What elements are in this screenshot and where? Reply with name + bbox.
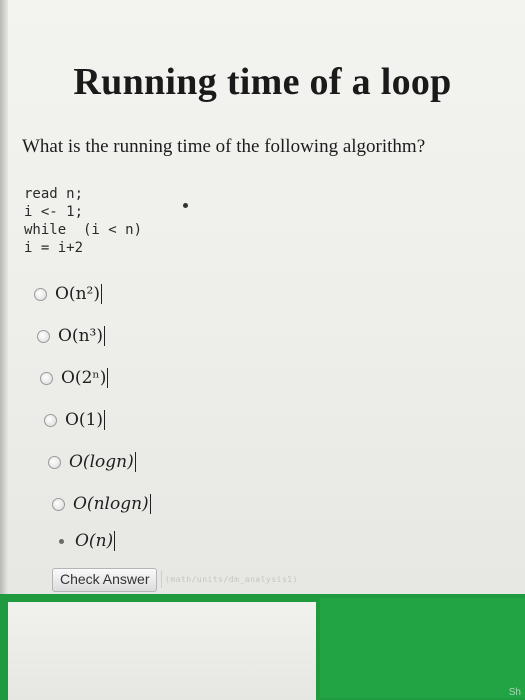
code-line: i <- 1; xyxy=(24,204,84,220)
code-line: read n; xyxy=(24,186,84,202)
option-o-n-squared[interactable]: O(n²) xyxy=(34,284,102,304)
radio-button[interactable] xyxy=(48,455,61,469)
question-text: What is the running time of the followin… xyxy=(22,136,426,157)
option-label: O(n) xyxy=(75,531,114,551)
radio-button[interactable] xyxy=(52,497,65,511)
radio-button[interactable] xyxy=(40,371,53,385)
algorithm-code: read n; i <- 1; while (i < n) i = i+2 xyxy=(24,185,142,257)
option-label: O(1) xyxy=(65,410,104,430)
option-label: O(n³) xyxy=(58,326,103,346)
screen: Running time of a loop What is the runni… xyxy=(0,0,525,700)
option-o-nlogn[interactable]: O(nlogn) xyxy=(52,494,151,514)
option-o-n[interactable]: O(n) xyxy=(56,531,116,551)
text-caret xyxy=(107,368,109,388)
option-label: O(2ⁿ) xyxy=(61,368,107,388)
code-line: while (i < n) xyxy=(24,222,143,238)
text-caret xyxy=(149,494,151,514)
option-label: O(n²) xyxy=(55,284,100,304)
text-caret xyxy=(103,326,105,346)
footer-panel xyxy=(8,602,316,700)
text-caret xyxy=(114,531,116,551)
divider xyxy=(161,570,162,588)
footer-right-block xyxy=(320,598,525,698)
code-line: i = i+2 xyxy=(24,240,84,256)
text-caret xyxy=(100,284,102,304)
option-label: O(logn) xyxy=(69,452,134,472)
radio-button[interactable] xyxy=(44,413,57,427)
radio-button-selected[interactable] xyxy=(56,536,67,547)
path-hint: (math/units/dm_analysis1) xyxy=(165,575,298,584)
option-label: O(nlogn) xyxy=(73,494,149,514)
stray-dot xyxy=(183,203,188,208)
text-caret xyxy=(104,410,106,430)
option-o-n-cubed[interactable]: O(n³) xyxy=(37,326,105,346)
option-o-2-power-n[interactable]: O(2ⁿ) xyxy=(40,368,109,388)
check-answer-button[interactable]: Check Answer xyxy=(52,568,158,592)
option-o-1[interactable]: O(1) xyxy=(44,410,106,430)
text-caret xyxy=(134,452,136,472)
page-title: Running time of a loop xyxy=(73,61,452,103)
radio-button[interactable] xyxy=(37,329,50,343)
corner-text: Sh xyxy=(508,687,521,698)
radio-button[interactable] xyxy=(34,287,47,301)
option-o-logn[interactable]: O(logn) xyxy=(48,452,136,472)
